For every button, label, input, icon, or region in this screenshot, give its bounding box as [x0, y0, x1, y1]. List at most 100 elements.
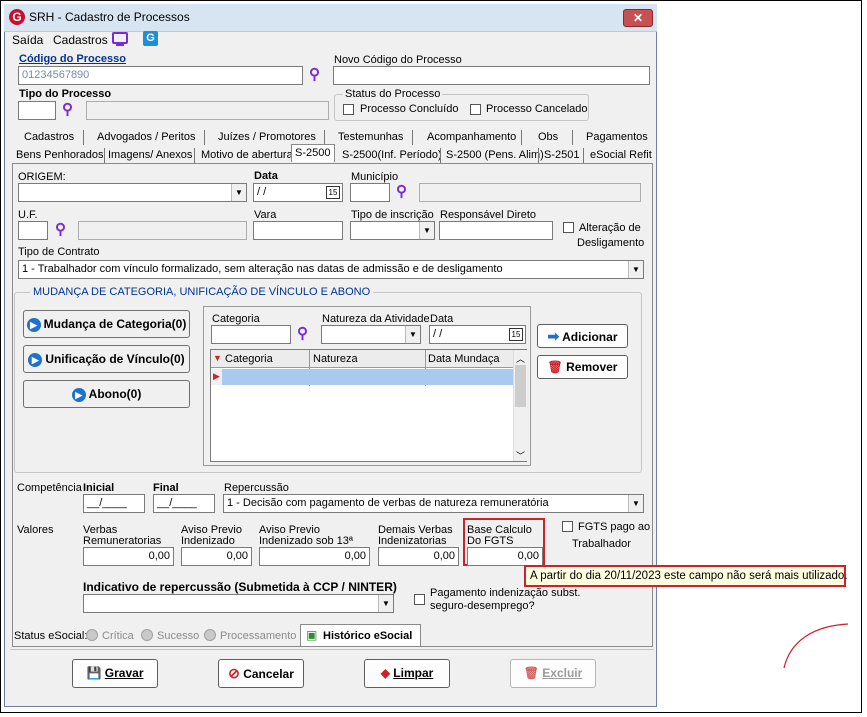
tab-s2500[interactable]: S-2500: [295, 147, 330, 159]
tab-obs[interactable]: Obs: [538, 131, 558, 143]
tab-advogados[interactable]: Advogados / Peritos: [97, 131, 195, 143]
excluir-button[interactable]: 🗑 Excluir: [510, 659, 596, 688]
processamento-label: Processamento: [220, 630, 297, 642]
alteracao-checkbox[interactable]: [563, 222, 574, 233]
monitor-icon[interactable]: [112, 32, 128, 44]
responsavel-input[interactable]: [439, 221, 553, 240]
verbas-input[interactable]: 0,00: [83, 547, 174, 566]
tab-acompanhamento[interactable]: Acompanhamento: [427, 131, 516, 143]
municipio-code-input[interactable]: [350, 183, 390, 202]
tab-imagens-anexos[interactable]: Imagens/ Anexos: [108, 149, 192, 161]
origem-label: ORIGEM:: [18, 171, 66, 183]
tab-s2501[interactable]: S-2501: [544, 149, 579, 161]
tab-s2500-pens-alim[interactable]: S-2500 (Pens. Alim): [446, 149, 544, 161]
tab-motivo-abertura[interactable]: Motivo de abertura: [201, 149, 293, 161]
unificacao-vinculo-button[interactable]: ▶ Unificação de Vínculo(0): [23, 345, 190, 373]
tipo-inscricao-label: Tipo de inscrição: [351, 209, 434, 221]
esocial-logo-icon[interactable]: G: [143, 31, 158, 46]
tab-esocial-refit[interactable]: eSocial Refit: [590, 149, 652, 161]
tab-separator: [104, 148, 105, 163]
sucesso-radio[interactable]: [141, 629, 153, 641]
current-row-arrow-icon: ▶: [213, 371, 220, 381]
cancelado-label: Processo Cancelado: [486, 103, 588, 115]
tipo-label: Tipo do Processo: [19, 88, 112, 100]
status-esocial-label: Status eSocial:: [14, 630, 88, 642]
remover-button[interactable]: 🗑 Remover: [537, 355, 628, 379]
pagamento-checkbox[interactable]: [414, 594, 425, 605]
novo-codigo-input[interactable]: [333, 66, 650, 85]
tipo-code-input[interactable]: [18, 101, 56, 120]
grid-col-categoria[interactable]: Categoria: [225, 353, 273, 365]
cancelado-checkbox[interactable]: [470, 104, 481, 115]
sucesso-label: Sucesso: [157, 630, 200, 642]
abono-button[interactable]: ▶ Abono(0): [23, 380, 190, 408]
chevron-down-icon[interactable]: ▼: [405, 326, 420, 343]
demais-input[interactable]: 0,00: [378, 547, 459, 566]
arrow-right-icon: ➡: [547, 328, 560, 344]
vara-input[interactable]: [253, 221, 343, 240]
search-tipo-icon[interactable]: ⚲: [62, 100, 73, 118]
codigo-input[interactable]: 01234567890: [18, 66, 303, 85]
limpar-label: Limpar: [393, 666, 434, 680]
aviso-input[interactable]: 0,00: [181, 547, 252, 566]
aviso13-label-2: Indenizado sob 13ª: [259, 535, 353, 547]
aviso13-input[interactable]: 0,00: [259, 547, 370, 566]
tab-bens-penhorados[interactable]: Bens Penhorados: [16, 149, 103, 161]
adicionar-button[interactable]: ➡ Adicionar: [537, 324, 628, 348]
tab-pagamentos[interactable]: Pagamentos: [586, 131, 648, 143]
tab-cadastros[interactable]: Cadastros: [24, 131, 74, 143]
search-codigo-icon[interactable]: ⚲: [309, 65, 320, 83]
categoria-input[interactable]: [211, 325, 291, 344]
grid-selected-row[interactable]: [222, 369, 513, 385]
seguro-label: seguro-desemprego?: [430, 600, 535, 612]
remover-label: Remover: [566, 360, 618, 374]
tab-separator: [440, 148, 441, 163]
chevron-down-icon[interactable]: ▼: [419, 222, 434, 239]
chevron-down-icon[interactable]: ▼: [628, 261, 643, 278]
close-button[interactable]: ✕: [623, 9, 653, 27]
tab-testemunhas[interactable]: Testemunhas: [338, 131, 403, 143]
tab-separator: [412, 130, 413, 145]
grid-col-natureza[interactable]: Natureza: [313, 353, 358, 365]
tab-s2500-inf-periodo[interactable]: S-2500(Inf. Período): [342, 149, 442, 161]
chevron-down-icon[interactable]: ▼: [231, 184, 246, 201]
search-municipio-icon[interactable]: ⚲: [396, 182, 407, 200]
mudanca-categoria-button[interactable]: ▶ Mudança de Categoria(0): [23, 310, 190, 338]
cancelar-button[interactable]: ⊘ Cancelar: [218, 659, 304, 688]
calendar-icon[interactable]: 15: [509, 328, 523, 341]
menu-saida[interactable]: Saída: [12, 33, 43, 47]
chevron-down-icon[interactable]: ▼: [378, 595, 393, 612]
scroll-thumb[interactable]: [515, 365, 526, 407]
tab-juizes[interactable]: Juízes / Promotores: [218, 131, 316, 143]
alteracao-label: Alteração de: [579, 222, 641, 234]
scroll-down-icon[interactable]: ﹀: [516, 449, 525, 462]
final-input[interactable]: __/____: [153, 494, 215, 513]
vara-label: Vara: [254, 209, 277, 221]
search-uf-icon[interactable]: ⚲: [55, 220, 66, 238]
chevron-down-icon[interactable]: ▼: [628, 495, 643, 512]
grid-col-data[interactable]: Data Mundaça: [428, 353, 500, 365]
limpar-button[interactable]: ◆ Limpar: [364, 659, 450, 688]
municipio-label: Município: [351, 171, 399, 183]
indicativo-select[interactable]: [83, 594, 394, 613]
critica-radio[interactable]: [86, 629, 98, 641]
uf-label: U.F.: [18, 209, 38, 221]
concluido-checkbox[interactable]: [343, 104, 354, 115]
scroll-up-icon[interactable]: ︿: [516, 352, 525, 365]
menu-cadastros[interactable]: Cadastros: [53, 33, 108, 47]
tipo-contrato-select[interactable]: 1 - Trabalhador com vínculo formalizado,…: [18, 260, 644, 279]
origem-select[interactable]: [18, 183, 247, 202]
processamento-radio[interactable]: [204, 629, 216, 641]
calendar-icon[interactable]: 15: [326, 186, 340, 199]
tipo-desc-field: [86, 101, 329, 120]
search-categoria-icon[interactable]: ⚲: [297, 324, 308, 342]
gravar-button[interactable]: 💾 Gravar: [72, 659, 158, 688]
inicial-label: Inicial: [83, 482, 115, 494]
unificacao-vinculo-label: Unificação de Vínculo(0): [45, 352, 185, 366]
base-fgts-input[interactable]: 0,00: [467, 547, 543, 566]
fgts-pago-checkbox[interactable]: [562, 521, 573, 532]
uf-input[interactable]: [18, 221, 48, 240]
concluido-label: Processo Concluído: [360, 103, 459, 115]
repercussao-select[interactable]: 1 - Decisão com pagamento de verbas de n…: [223, 494, 644, 513]
inicial-input[interactable]: __/____: [83, 494, 145, 513]
